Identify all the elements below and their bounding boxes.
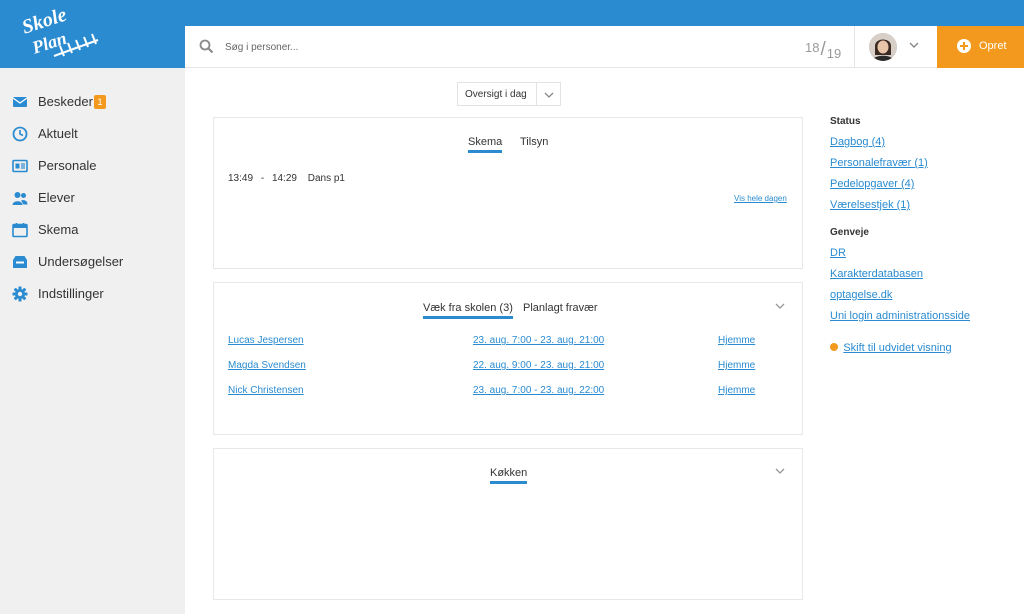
- overview-dropdown-label: Oversigt i dag: [465, 89, 527, 100]
- search-input[interactable]: [225, 37, 625, 57]
- week-next: 19: [826, 46, 842, 61]
- absence-reason-link[interactable]: Hjemme: [718, 385, 755, 396]
- avatar[interactable]: [869, 33, 897, 61]
- expand-view-label: Skift til udvidet visning: [843, 342, 952, 354]
- sidebar: Beskeder 1 Aktuelt Personale Elever Skem…: [0, 68, 185, 614]
- status-link-dagbog[interactable]: Dagbog (4): [830, 136, 885, 148]
- absence-reason-link[interactable]: Hjemme: [718, 335, 755, 346]
- status-link-vaerelsestjek[interactable]: Værelsestjek (1): [830, 199, 910, 211]
- users-icon: [12, 192, 28, 205]
- week-separator: /: [820, 39, 826, 60]
- envelope-icon: [12, 97, 28, 107]
- overview-dropdown[interactable]: Oversigt i dag: [457, 82, 561, 106]
- sidebar-item-undersogelser[interactable]: Undersøgelser: [0, 248, 185, 276]
- status-link-pedelopgaver[interactable]: Pedelopgaver (4): [830, 178, 914, 190]
- dropdown-divider: [536, 83, 537, 105]
- search-icon[interactable]: [199, 39, 214, 54]
- inbox-icon: [13, 256, 27, 268]
- sidebar-item-label: Aktuelt: [38, 126, 78, 141]
- sidebar-item-beskeder[interactable]: Beskeder 1: [0, 88, 185, 116]
- entry-end-time: 14:29: [271, 173, 297, 184]
- entry-dash: -: [260, 173, 265, 184]
- avatar-image: [869, 33, 897, 61]
- sidebar-item-label: Personale: [38, 158, 97, 173]
- schedule-card: Skema Tilsyn 13:49 - 14:29 Dans p1 Vis h…: [213, 117, 803, 269]
- absence-reason-link[interactable]: Hjemme: [718, 360, 755, 371]
- week-indicator: 18/19: [805, 36, 842, 61]
- sidebar-item-label: Elever: [38, 190, 75, 205]
- logo[interactable]: Skole Plan: [0, 0, 185, 68]
- schedule-entry: 13:49 - 14:29 Dans p1: [228, 173, 345, 184]
- absence-period-link[interactable]: 23. aug. 7:00 - 23. aug. 21:00: [473, 335, 604, 346]
- clock-icon: [12, 126, 28, 142]
- status-link-personalefravaer[interactable]: Personalefravær (1): [830, 157, 928, 169]
- student-name-link[interactable]: Nick Christensen: [228, 385, 304, 396]
- shortcuts-heading: Genveje: [830, 227, 869, 238]
- topbar-divider: [854, 26, 855, 68]
- kitchen-card: Køkken: [213, 448, 803, 600]
- gear-icon: [12, 286, 28, 302]
- plus-circle-icon: [957, 39, 971, 53]
- tab-planned-absence[interactable]: Planlagt fravær: [523, 302, 598, 314]
- sidebar-item-indstillinger[interactable]: Indstillinger: [0, 280, 185, 308]
- week-current: 18: [805, 40, 820, 55]
- create-button-label: Opret: [979, 40, 1007, 52]
- calendar-icon: [12, 223, 28, 238]
- tab-skema[interactable]: Skema: [468, 136, 503, 153]
- chevron-down-icon[interactable]: [775, 302, 785, 310]
- sidebar-item-skema[interactable]: Skema: [0, 216, 185, 244]
- top-bar: 18/19 Opret: [185, 26, 1024, 68]
- chevron-down-icon: [544, 92, 554, 98]
- absence-period-link[interactable]: 23. aug. 7:00 - 23. aug. 22:00: [473, 385, 604, 396]
- chevron-down-icon[interactable]: [775, 467, 785, 475]
- sidebar-item-label: Beskeder: [38, 94, 93, 109]
- sidebar-item-label: Indstillinger: [38, 286, 104, 301]
- sidebar-item-elever[interactable]: Elever: [0, 184, 185, 212]
- logo-graphic: Skole Plan: [19, 4, 99, 58]
- absence-period-link[interactable]: 22. aug. 9:00 - 23. aug. 21:00: [473, 360, 604, 371]
- sidebar-item-personale[interactable]: Personale: [0, 152, 185, 180]
- chevron-down-icon[interactable]: [909, 41, 919, 49]
- student-name-link[interactable]: Lucas Jespersen: [228, 335, 304, 346]
- entry-start-time: 13:49: [228, 173, 254, 184]
- shortcut-link-unilogin[interactable]: Uni login administrationsside: [830, 310, 970, 322]
- plus-circle-icon: [830, 343, 838, 351]
- shortcut-link-karakterdatabasen[interactable]: Karakterdatabasen: [830, 268, 923, 280]
- sidebar-item-label: Skema: [38, 222, 79, 237]
- unread-badge: 1: [94, 95, 106, 109]
- tab-tilsyn[interactable]: Tilsyn: [520, 136, 548, 148]
- student-name-link[interactable]: Magda Svendsen: [228, 360, 306, 371]
- main-content: Oversigt i dag Skema Tilsyn 13:49 - 14:2…: [185, 68, 1024, 614]
- sidebar-item-label: Undersøgelser: [38, 254, 124, 269]
- show-whole-day-link[interactable]: Vis hele dagen: [734, 194, 787, 203]
- shortcut-link-dr[interactable]: DR: [830, 247, 846, 259]
- expand-view-link[interactable]: Skift til udvidet visning: [830, 340, 952, 354]
- entry-title: Dans p1: [307, 173, 345, 184]
- shortcut-link-optagelse[interactable]: optagelse.dk: [830, 289, 892, 301]
- create-button[interactable]: Opret: [937, 26, 1024, 68]
- tab-kitchen[interactable]: Køkken: [490, 467, 528, 484]
- id-card-icon: [12, 159, 28, 173]
- sidebar-item-aktuelt[interactable]: Aktuelt: [0, 120, 185, 148]
- absence-card: Væk fra skolen (3) Planlagt fravær Lucas…: [213, 282, 803, 435]
- tab-away-from-school[interactable]: Væk fra skolen (3): [423, 302, 513, 319]
- status-heading: Status: [830, 116, 861, 127]
